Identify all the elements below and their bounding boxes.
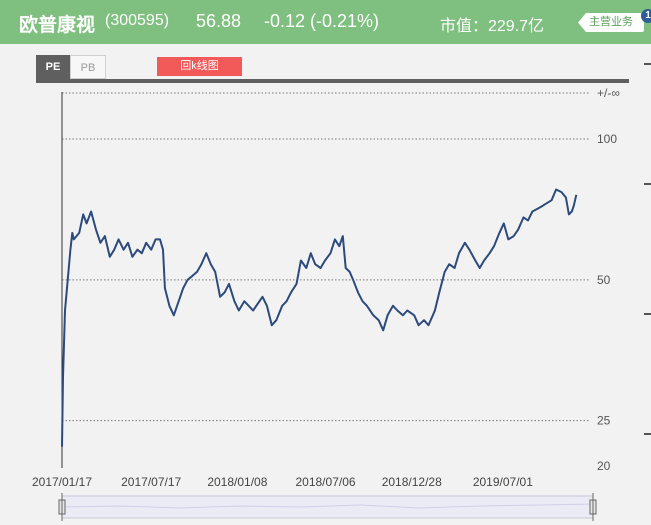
y-tick-label: +/-∞	[597, 86, 620, 100]
x-tick-label: 2017/07/17	[121, 475, 181, 489]
x-tick-label: 2018/01/08	[207, 475, 267, 489]
x-tick-label: 2018/07/06	[295, 475, 355, 489]
chart-grid	[62, 92, 590, 422]
x-tick-label: 2017/01/17	[32, 475, 92, 489]
y-axis-labels: +/-∞ 100 50 25 20	[597, 86, 620, 473]
x-axis-labels: 2017/01/17 2017/07/17 2018/01/08 2018/07/06…	[32, 475, 533, 489]
y-tick-label: 50	[597, 273, 611, 287]
y-tick-label: 20	[597, 459, 611, 473]
x-tick-label: 2018/12/28	[382, 475, 442, 489]
y-tick-label: 25	[597, 414, 611, 428]
chart-series	[61, 188, 578, 447]
x-tick-label: 2019/07/01	[473, 475, 533, 489]
y-tick-label: 100	[597, 132, 617, 146]
pe-chart: +/-∞ 100 50 25 20 2017/01/17 2017/07/17 2018/0…	[32, 86, 620, 521]
range-scrollbar[interactable]	[58, 493, 597, 521]
pe-series-line	[61, 188, 578, 447]
